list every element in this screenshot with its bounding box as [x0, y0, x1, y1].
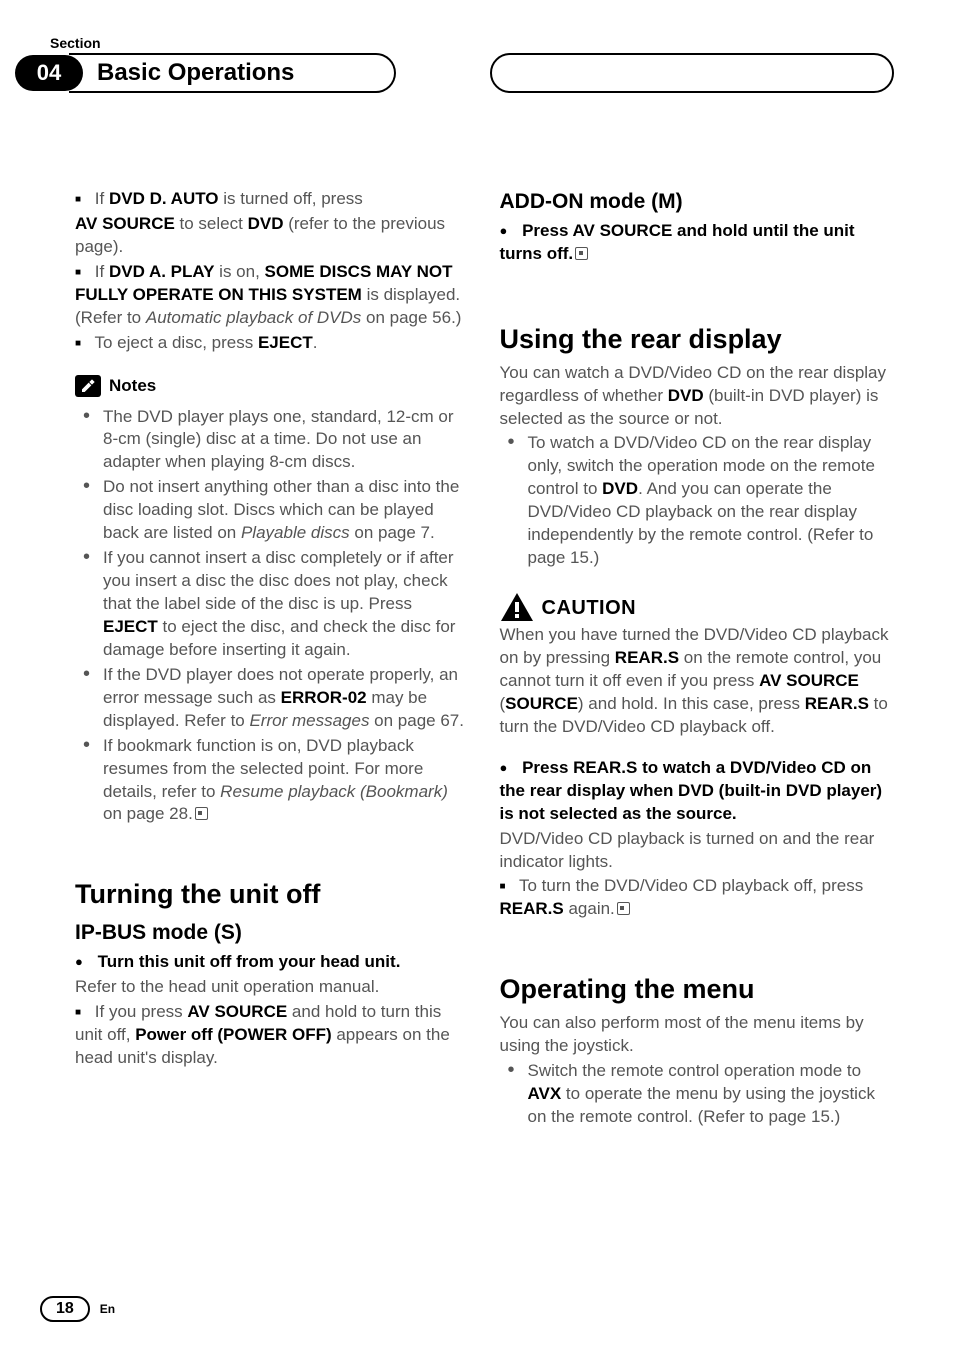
- list-item: The DVD player plays one, standard, 12-c…: [75, 406, 470, 475]
- text: If: [95, 262, 109, 281]
- heading-addon: ADD-ON mode (M): [500, 188, 895, 216]
- text: is turned off, press: [219, 189, 363, 208]
- heading-rear-display: Using the rear display: [500, 321, 895, 357]
- list-item: Switch the remote control operation mode…: [500, 1060, 895, 1129]
- text: Switch the remote control operation mode…: [528, 1061, 862, 1080]
- body-text: You can also perform most of the menu it…: [500, 1012, 895, 1058]
- body-text: AV SOURCE to select DVD (refer to the pr…: [75, 213, 470, 259]
- text: again.: [564, 899, 615, 918]
- body-text: Press AV SOURCE and hold until the unit …: [500, 220, 895, 266]
- list-item: If bookmark function is on, DVD playback…: [75, 735, 470, 827]
- text: DVD D. AUTO: [109, 189, 219, 208]
- text: DVD A. PLAY: [109, 262, 215, 281]
- body-text: When you have turned the DVD/Video CD pl…: [500, 624, 895, 739]
- list-item: To watch a DVD/Video CD on the rear disp…: [500, 432, 895, 570]
- end-mark-icon: [575, 247, 588, 260]
- text: AVX: [528, 1084, 562, 1103]
- text: AV SOURCE: [759, 671, 859, 690]
- text: Automatic playback of DVDs: [146, 308, 361, 327]
- menu-list: Switch the remote control operation mode…: [500, 1060, 895, 1129]
- list-item: If the DVD player does not operate prope…: [75, 664, 470, 733]
- pencil-icon: [75, 375, 101, 397]
- text: Playable discs: [241, 523, 350, 542]
- text: Error messages: [249, 711, 369, 730]
- body-text: Turn this unit off from your head unit.: [75, 951, 470, 974]
- text: If: [95, 189, 109, 208]
- page-number: 18: [40, 1296, 90, 1322]
- end-mark-icon: [617, 902, 630, 915]
- right-column: ADD-ON mode (M) Press AV SOURCE and hold…: [500, 188, 895, 1130]
- warning-icon: [500, 592, 534, 622]
- text: REAR.S: [615, 648, 679, 667]
- chapter-title: Basic Operations: [69, 53, 396, 93]
- header-bar: 04 Basic Operations: [15, 53, 894, 93]
- caution-heading: CAUTION: [500, 592, 895, 622]
- notes-list: The DVD player plays one, standard, 12-c…: [75, 406, 470, 827]
- left-column: If DVD D. AUTO is turned off, press AV S…: [75, 188, 470, 1130]
- text: To turn the DVD/Video CD playback off, p…: [519, 876, 863, 895]
- notes-label: Notes: [109, 375, 156, 398]
- heading-turning-off: Turning the unit off: [75, 876, 470, 912]
- text: to select: [175, 214, 248, 233]
- list-item: Do not insert anything other than a disc…: [75, 476, 470, 545]
- text: AV SOURCE: [75, 214, 175, 233]
- body-text: If you press AV SOURCE and hold to turn …: [75, 1001, 470, 1070]
- text: Press REAR.S to watch a DVD/Video CD on …: [500, 758, 883, 823]
- header-decor-pill: [490, 53, 894, 93]
- text: DVD: [602, 479, 638, 498]
- body-text: Press REAR.S to watch a DVD/Video CD on …: [500, 757, 895, 826]
- text: AV SOURCE: [187, 1002, 287, 1021]
- body-text: If DVD A. PLAY is on, SOME DISCS MAY NOT…: [75, 261, 470, 330]
- list-item: If you cannot insert a disc completely o…: [75, 547, 470, 662]
- text: ERROR-02: [281, 688, 367, 707]
- body-text: Refer to the head unit operation manual.: [75, 976, 470, 999]
- text: on page 28.: [103, 804, 193, 823]
- heading-ipbus: IP-BUS mode (S): [75, 919, 470, 947]
- body-text: You can watch a DVD/Video CD on the rear…: [500, 362, 895, 431]
- text: EJECT: [258, 333, 313, 352]
- body-text: To eject a disc, press EJECT.: [75, 332, 470, 355]
- text: on page 67.: [369, 711, 464, 730]
- text: To eject a disc, press: [94, 333, 257, 352]
- text: DVD: [248, 214, 284, 233]
- text: .: [313, 333, 318, 352]
- text: is on,: [214, 262, 264, 281]
- text: Power off (POWER OFF): [135, 1025, 331, 1044]
- heading-operating-menu: Operating the menu: [500, 971, 895, 1007]
- text: EJECT: [103, 617, 158, 636]
- text: REAR.S: [805, 694, 869, 713]
- notes-heading: Notes: [75, 375, 470, 398]
- text: SOURCE: [505, 694, 578, 713]
- body-text: To turn the DVD/Video CD playback off, p…: [500, 875, 895, 921]
- text: REAR.S: [500, 899, 564, 918]
- text: on page 56.): [361, 308, 461, 327]
- language-label: En: [100, 1302, 115, 1316]
- text: Press AV SOURCE and hold until the unit …: [500, 221, 855, 263]
- end-mark-icon: [195, 807, 208, 820]
- text: If you press: [95, 1002, 188, 1021]
- caution-label: CAUTION: [542, 595, 637, 622]
- text: DVD: [668, 386, 704, 405]
- text: Resume playback (Bookmark): [220, 782, 448, 801]
- text: to operate the menu by using the joystic…: [528, 1084, 875, 1126]
- body-text: DVD/Video CD playback is turned on and t…: [500, 828, 895, 874]
- text: Turn this unit off from your head unit.: [98, 952, 401, 971]
- page-footer: 18 En: [40, 1296, 115, 1322]
- body-text: If DVD D. AUTO is turned off, press: [75, 188, 470, 211]
- text: on page 7.: [350, 523, 435, 542]
- section-label: Section: [50, 35, 894, 51]
- text: ) and hold. In this case, press: [578, 694, 805, 713]
- text: If you cannot insert a disc completely o…: [103, 548, 454, 613]
- rear-list: To watch a DVD/Video CD on the rear disp…: [500, 432, 895, 570]
